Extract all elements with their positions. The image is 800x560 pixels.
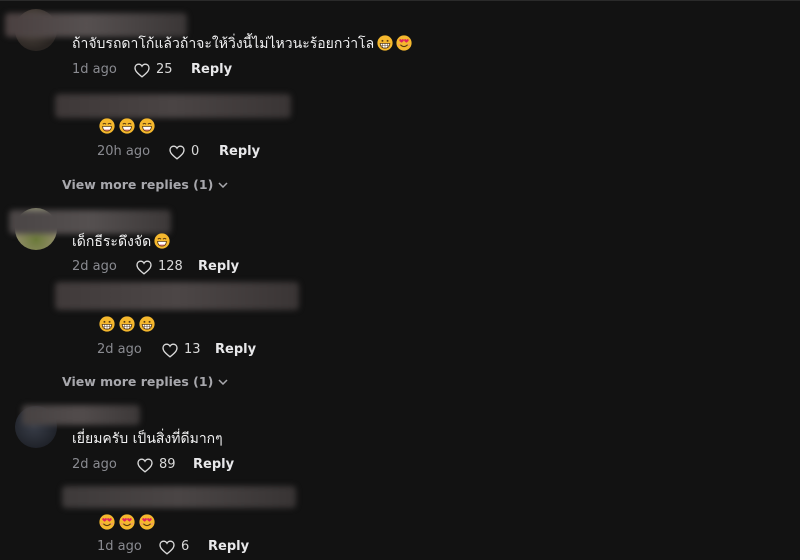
- like-count: 0: [191, 144, 200, 159]
- reply-button[interactable]: Reply: [198, 259, 239, 275]
- reply-button[interactable]: Reply: [191, 62, 232, 78]
- like-count: 128: [158, 259, 183, 274]
- view-more-replies-button[interactable]: View more replies (1): [62, 177, 228, 192]
- like-button[interactable]: 89: [137, 457, 176, 473]
- divider: [0, 0, 800, 1]
- comment-timestamp: 2d ago: [72, 259, 117, 274]
- reply-timestamp: 20h ago: [97, 144, 151, 159]
- heart-icon[interactable]: [134, 63, 150, 78]
- heart-eyes-emoji: [99, 514, 115, 530]
- comment-timestamp: 1d ago: [72, 62, 117, 77]
- reply-button[interactable]: Reply: [219, 144, 260, 160]
- heart-icon[interactable]: [136, 260, 152, 275]
- redacted-username: [9, 210, 171, 234]
- view-more-label: View more replies (1): [62, 177, 214, 192]
- heart-icon[interactable]: [159, 540, 175, 555]
- beaming-emoji: [139, 118, 155, 134]
- grin-emoji: [119, 316, 135, 332]
- reply-timestamp: 1d ago: [97, 539, 142, 554]
- reply-text: [99, 118, 155, 134]
- like-count: 13: [184, 342, 201, 357]
- redacted-reply-author: [55, 94, 291, 118]
- grin-emoji: [99, 316, 115, 332]
- reply-like-button[interactable]: 6: [159, 539, 189, 555]
- reply-button[interactable]: Reply: [193, 457, 234, 473]
- reply-like-button[interactable]: 0: [169, 144, 199, 160]
- reply-timestamp: 2d ago: [97, 342, 142, 357]
- comment-body: ถ้าจับรถดาโก้แล้วถ้าจะให้วิ่งนี้ไม่ไหวนะ…: [72, 36, 375, 52]
- comment-text: เด็กธีระดึงจัด: [72, 233, 170, 251]
- heart-eyes-emoji: [139, 514, 155, 530]
- grin-emoji: [377, 35, 393, 51]
- like-count: 6: [181, 539, 190, 554]
- like-button[interactable]: 25: [134, 62, 173, 78]
- heart-icon[interactable]: [137, 458, 153, 473]
- redacted-reply-author: [55, 282, 299, 310]
- comment-text: เยี่ยมครับ เป็นสิ่งที่ดีมากๆ: [72, 430, 223, 448]
- comment-text: ถ้าจับรถดาโก้แล้วถ้าจะให้วิ่งนี้ไม่ไหวนะ…: [72, 35, 412, 53]
- reply-button[interactable]: Reply: [208, 539, 249, 555]
- heart-eyes-emoji: [396, 35, 412, 51]
- chevron-down-icon: [218, 379, 228, 385]
- redacted-username: [22, 405, 140, 425]
- grin-emoji: [139, 316, 155, 332]
- like-count: 89: [159, 457, 176, 472]
- view-more-replies-button[interactable]: View more replies (1): [62, 374, 228, 389]
- comment-timestamp: 2d ago: [72, 457, 117, 472]
- comments-panel: ถ้าจับรถดาโก้แล้วถ้าจะให้วิ่งนี้ไม่ไหวนะ…: [0, 0, 800, 560]
- like-count: 25: [156, 62, 173, 77]
- beaming-emoji: [119, 118, 135, 134]
- chevron-down-icon: [218, 182, 228, 188]
- reply-text: [99, 316, 155, 332]
- beaming-emoji: [154, 233, 170, 249]
- comment-body: เด็กธีระดึงจัด: [72, 234, 152, 250]
- redacted-username: [5, 13, 187, 37]
- comment-body: เยี่ยมครับ เป็นสิ่งที่ดีมากๆ: [72, 431, 223, 447]
- reply-button[interactable]: Reply: [215, 342, 256, 358]
- redacted-reply-author: [62, 486, 296, 508]
- reply-text: [99, 514, 155, 530]
- heart-icon[interactable]: [169, 145, 185, 160]
- heart-eyes-emoji: [119, 514, 135, 530]
- beaming-emoji: [99, 118, 115, 134]
- reply-like-button[interactable]: 13: [162, 342, 201, 358]
- like-button[interactable]: 128: [136, 259, 183, 275]
- heart-icon[interactable]: [162, 343, 178, 358]
- view-more-label: View more replies (1): [62, 374, 214, 389]
